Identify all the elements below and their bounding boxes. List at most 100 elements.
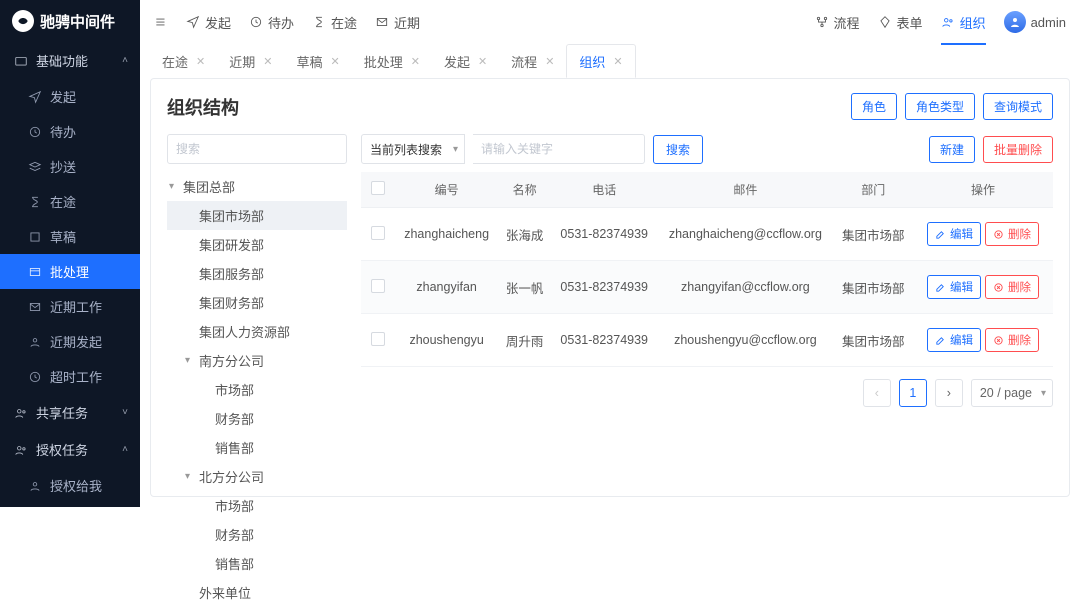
edit-button[interactable]: 编辑 (927, 275, 981, 299)
sidebar-group-label: 基础功能 (36, 51, 88, 70)
tree-node[interactable]: •集团研发部 (167, 230, 347, 259)
close-icon[interactable]: ✕ (330, 55, 339, 68)
card-body: ▾集团总部•集团市场部•集团研发部•集团服务部•集团财务部•集团人力资源部▾南方… (167, 134, 1053, 480)
folder-icon (14, 54, 28, 68)
delete-button[interactable]: 删除 (985, 328, 1039, 352)
tree-node[interactable]: •销售部 (167, 549, 347, 578)
cell-code: zhoushengyu (395, 314, 498, 367)
pagination: ‹ 1 › 20 / page▾ (361, 367, 1053, 407)
sidebar-group-auth[interactable]: 授权任务 ˄ (0, 431, 140, 468)
close-icon[interactable]: ✕ (196, 55, 205, 68)
sidebar-item-my-auth[interactable]: 我授权的 (0, 503, 140, 507)
row-checkbox[interactable] (371, 279, 385, 293)
tree-node[interactable]: ▾南方分公司 (167, 346, 347, 375)
new-button[interactable]: 新建 (929, 136, 975, 163)
topnav-flow[interactable]: 流程 (815, 13, 860, 32)
sidebar-item-recent-work[interactable]: 近期工作 (0, 289, 140, 324)
sidebar-item-running[interactable]: 在途 (0, 184, 140, 219)
topnav-recent[interactable]: 近期 (375, 13, 420, 32)
tab-org[interactable]: 组织✕ (566, 44, 635, 78)
col-ops: 操作 (913, 172, 1053, 208)
chevron-down-icon: ˅ (122, 407, 128, 418)
edit-button[interactable]: 编辑 (927, 222, 981, 246)
topnav-todo[interactable]: 待办 (249, 13, 294, 32)
tree-node[interactable]: •财务部 (167, 404, 347, 433)
close-icon[interactable]: ✕ (545, 55, 554, 68)
select-all-checkbox[interactable] (371, 181, 385, 195)
sidebar-item-draft[interactable]: 草稿 (0, 219, 140, 254)
query-mode-button[interactable]: 查询模式 (983, 93, 1053, 120)
cell-code: zhangyifan (395, 261, 498, 314)
delete-button[interactable]: 删除 (985, 275, 1039, 299)
tree-search-input[interactable] (167, 134, 347, 164)
cell-dept: 集团市场部 (833, 314, 913, 367)
close-icon[interactable]: ✕ (478, 55, 487, 68)
close-icon[interactable]: ✕ (263, 55, 272, 68)
sidebar-item-todo[interactable]: 待办 (0, 114, 140, 149)
clock-icon (249, 15, 263, 29)
sidebar-item-batch[interactable]: 批处理 (0, 254, 140, 289)
tab-batch[interactable]: 批处理✕ (352, 44, 432, 78)
tree-node[interactable]: •集团财务部 (167, 288, 347, 317)
cell-ops: 编辑删除 (913, 314, 1053, 367)
layers-icon (28, 160, 42, 174)
tree-node[interactable]: •集团人力资源部 (167, 317, 347, 346)
tree-node[interactable]: •市场部 (167, 491, 347, 520)
topnav-running[interactable]: 在途 (312, 13, 357, 32)
delete-button[interactable]: 删除 (985, 222, 1039, 246)
tree-node[interactable]: ▾北方分公司 (167, 462, 347, 491)
role-button[interactable]: 角色 (851, 93, 897, 120)
collapse-sidebar-button[interactable] (154, 15, 168, 29)
sidebar-item-recent-launch[interactable]: 近期发起 (0, 324, 140, 359)
row-checkbox[interactable] (371, 226, 385, 240)
row-checkbox[interactable] (371, 332, 385, 346)
chevron-down-icon: ▾ (453, 144, 458, 155)
tree-node-label: 集团人力资源部 (199, 322, 290, 341)
role-type-button[interactable]: 角色类型 (905, 93, 975, 120)
tree-node[interactable]: •集团服务部 (167, 259, 347, 288)
tree-node[interactable]: ▾集团总部 (167, 172, 347, 201)
sidebar-item-launch[interactable]: 发起 (0, 79, 140, 114)
sidebar-item-auth-to-me[interactable]: 授权给我 (0, 468, 140, 503)
brand-name: 驰骋中间件 (40, 11, 115, 32)
tree-node[interactable]: •市场部 (167, 375, 347, 404)
search-scope-select[interactable]: 当前列表搜索▾ (361, 134, 465, 164)
topnav-form[interactable]: 表单 (878, 13, 923, 32)
sidebar-group-share[interactable]: 共享任务 ˅ (0, 394, 140, 431)
hourglass-icon (312, 15, 326, 29)
prev-page-button[interactable]: ‹ (863, 379, 891, 407)
tab-flow[interactable]: 流程✕ (499, 44, 566, 78)
edit-button[interactable]: 编辑 (927, 328, 981, 352)
next-page-button[interactable]: › (935, 379, 963, 407)
main: 发起 待办 在途 近期 流程 表单 组织 admin 在途✕ 近期✕ 草稿✕ 批… (140, 0, 1080, 507)
page-size-select[interactable]: 20 / page▾ (971, 379, 1053, 407)
close-icon[interactable]: ✕ (613, 55, 622, 68)
tree-node[interactable]: •财务部 (167, 520, 347, 549)
page-number-button[interactable]: 1 (899, 379, 927, 407)
close-icon[interactable]: ✕ (411, 55, 420, 68)
sidebar-group-basics[interactable]: 基础功能 ˄ (0, 42, 140, 79)
card-head: 组织结构 角色 角色类型 查询模式 (167, 93, 1053, 120)
tree-node[interactable]: •集团市场部 (167, 201, 347, 230)
tree-node[interactable]: •外来单位 (167, 578, 347, 607)
cell-dept: 集团市场部 (833, 261, 913, 314)
sidebar-item-timeout[interactable]: 超时工作 (0, 359, 140, 394)
batch-delete-button[interactable]: 批量删除 (983, 136, 1053, 163)
table-row: zhangyifan张一帆0531-82374939zhangyifan@ccf… (361, 261, 1053, 314)
sidebar: 驰骋中间件 基础功能 ˄ 发起 待办 抄送 在途 草稿 批处理 近期工作 近期发… (0, 0, 140, 507)
keyword-input[interactable] (473, 134, 645, 164)
tree-node-label: 财务部 (215, 409, 254, 428)
search-button[interactable]: 搜索 (653, 135, 703, 164)
sidebar-item-cc[interactable]: 抄送 (0, 149, 140, 184)
tab-running[interactable]: 在途✕ (150, 44, 217, 78)
tree-node[interactable]: •销售部 (167, 433, 347, 462)
page-tabs: 在途✕ 近期✕ 草稿✕ 批处理✕ 发起✕ 流程✕ 组织✕ (140, 44, 1080, 78)
topnav-org[interactable]: 组织 (941, 13, 986, 32)
tab-launch[interactable]: 发起✕ (432, 44, 499, 78)
topnav-launch[interactable]: 发起 (186, 13, 231, 32)
tree-node-label: 财务部 (215, 525, 254, 544)
tab-draft[interactable]: 草稿✕ (284, 44, 351, 78)
user-icon (28, 335, 42, 349)
user-menu[interactable]: admin (1004, 11, 1066, 33)
tab-recent[interactable]: 近期✕ (217, 44, 284, 78)
